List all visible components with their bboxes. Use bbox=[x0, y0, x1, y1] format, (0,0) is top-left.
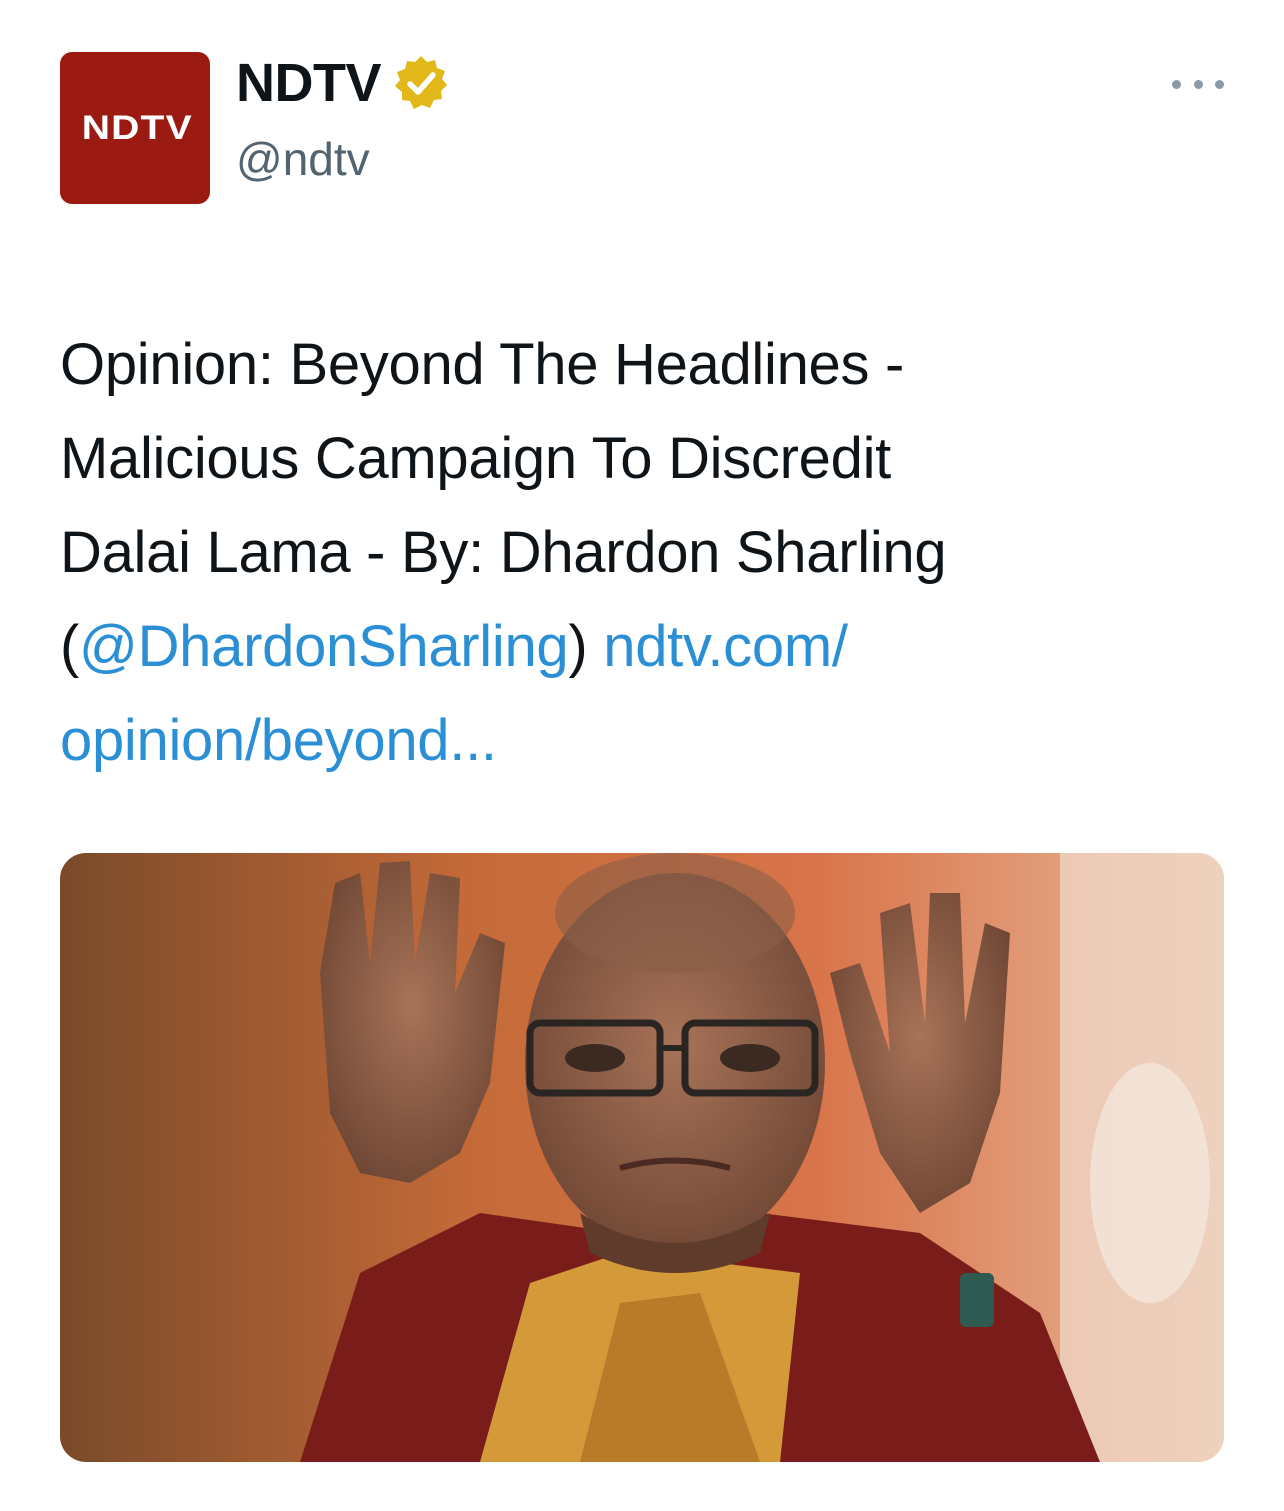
more-dot bbox=[1193, 79, 1203, 89]
tweet-line: (@DhardonSharling) ndtv.com/ bbox=[60, 600, 1230, 694]
avatar[interactable]: NDTV bbox=[60, 52, 210, 204]
tweet-photo[interactable] bbox=[60, 853, 1224, 1462]
article-link-part-2[interactable]: opinion/beyond... bbox=[60, 708, 497, 773]
mention-link[interactable]: @DhardonSharling bbox=[79, 614, 569, 679]
tweet-line: Dalai Lama - By: Dhardon Sharling bbox=[60, 520, 947, 585]
open-paren: ( bbox=[60, 614, 80, 679]
photo-illustration bbox=[60, 853, 1224, 1462]
ndtv-logo: NDTV bbox=[81, 108, 193, 147]
verified-badge-icon[interactable] bbox=[391, 53, 451, 113]
tweet-line: Opinion: Beyond The Headlines - bbox=[60, 332, 905, 397]
account-handle[interactable]: @ndtv bbox=[236, 136, 370, 182]
tweet-line: opinion/beyond... bbox=[60, 694, 1230, 788]
tweet-text: Opinion: Beyond The Headlines - Maliciou… bbox=[60, 318, 1230, 788]
more-options-button[interactable] bbox=[1172, 66, 1224, 102]
tweet-line: Malicious Campaign To Discredit bbox=[60, 426, 891, 491]
close-paren: ) bbox=[568, 614, 588, 679]
display-name[interactable]: NDTV bbox=[236, 56, 382, 110]
more-dot bbox=[1215, 79, 1224, 89]
article-link-part-1[interactable]: ndtv.com/ bbox=[603, 614, 848, 679]
more-dot bbox=[1172, 79, 1181, 89]
display-name-row[interactable]: NDTV bbox=[236, 50, 451, 116]
